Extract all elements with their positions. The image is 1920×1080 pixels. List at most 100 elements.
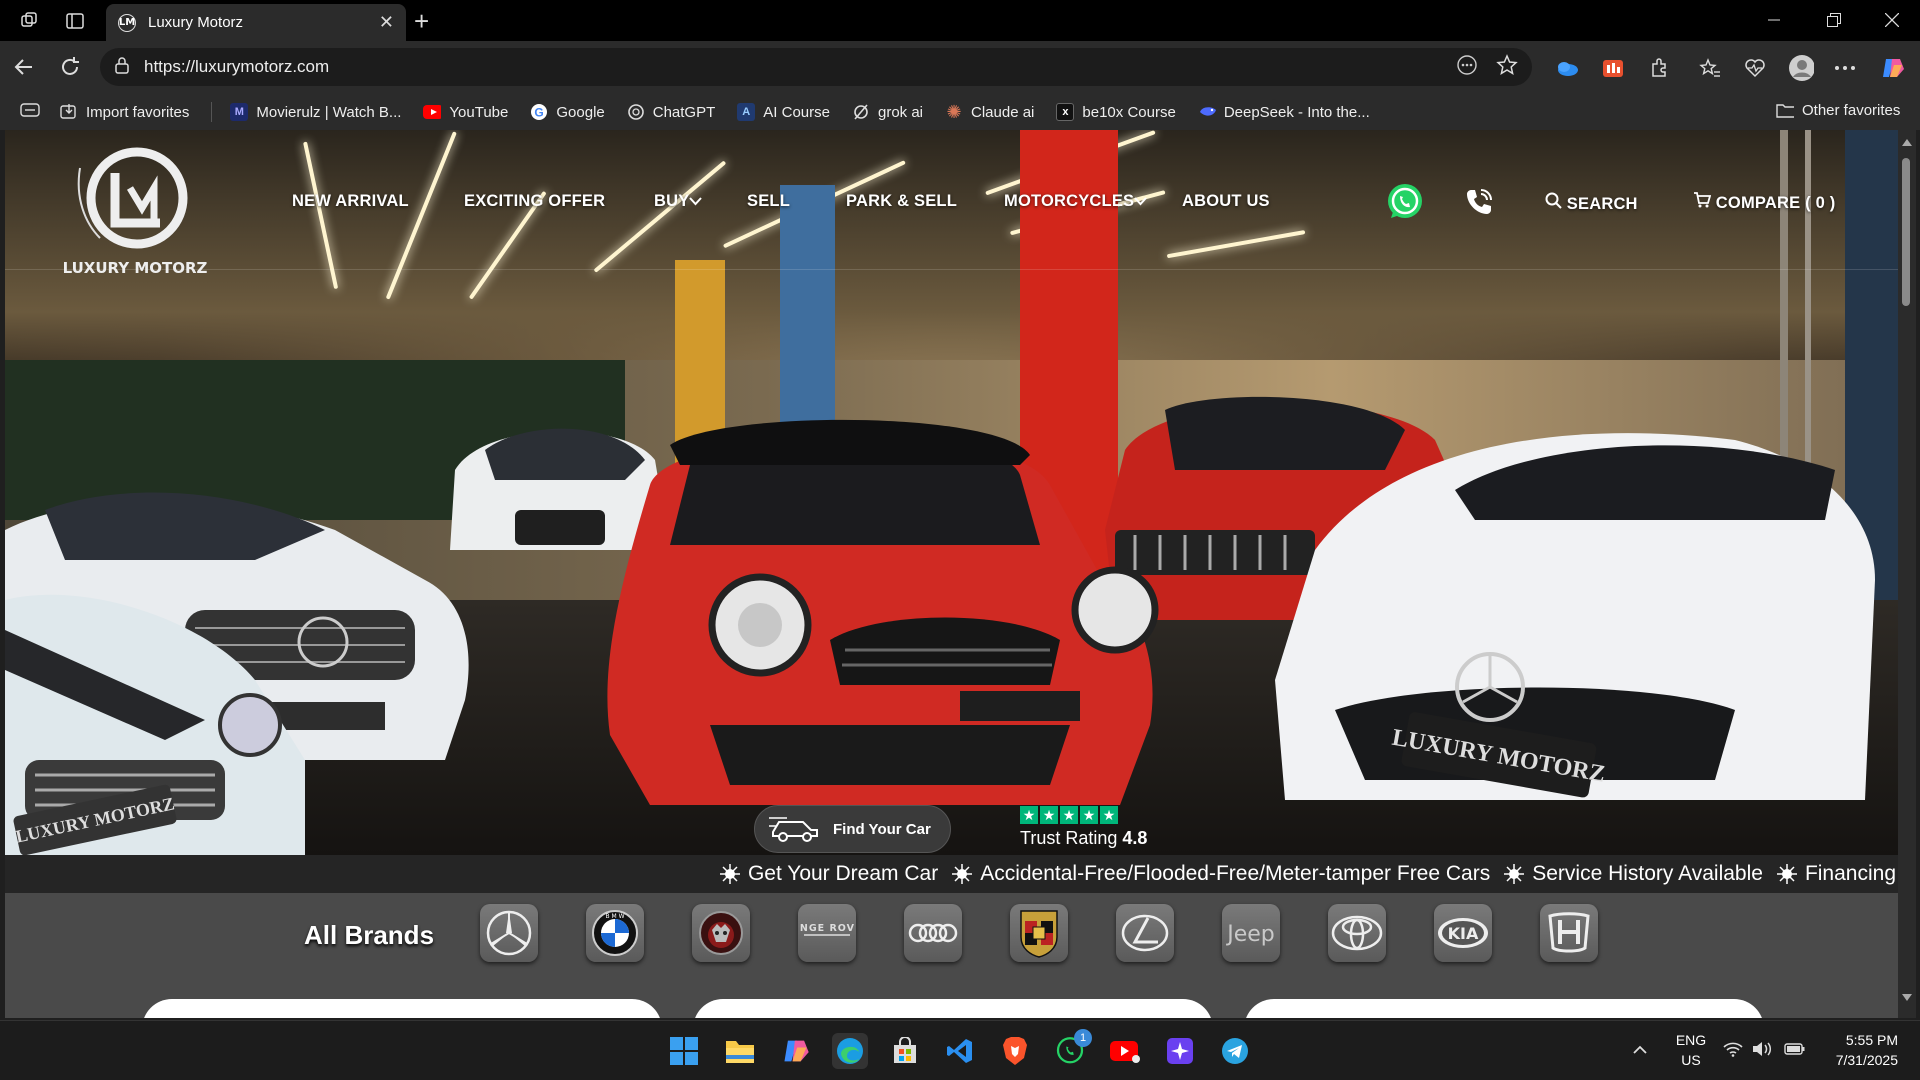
favorite-movierulz[interactable]: M Movierulz | Watch B...: [230, 103, 401, 121]
trust-rating-label: Trust Rating: [1020, 828, 1118, 848]
site-info-icon[interactable]: [114, 56, 130, 79]
vscode-button[interactable]: [942, 1033, 978, 1069]
start-button[interactable]: [666, 1033, 702, 1069]
brand-porsche[interactable]: [1010, 904, 1068, 962]
car-card[interactable]: [142, 999, 662, 1018]
edge-taskbar-button[interactable]: [832, 1033, 868, 1069]
file-explorer-button[interactable]: [722, 1033, 758, 1069]
favorite-claude[interactable]: ✺ Claude ai: [945, 102, 1034, 122]
nav-sell[interactable]: SELL: [747, 192, 790, 211]
minimize-button[interactable]: [1754, 6, 1794, 34]
favorites-icon[interactable]: [1697, 55, 1723, 81]
office-extension-icon[interactable]: [1600, 55, 1626, 81]
brand-jaguar[interactable]: [692, 904, 750, 962]
sparkle-icon: [952, 864, 973, 884]
page-scrollbar[interactable]: [1898, 130, 1916, 1018]
address-bar[interactable]: https://luxurymotorz.com: [100, 48, 1532, 86]
phone-icon[interactable]: [1463, 186, 1495, 223]
chatgpt-icon: [627, 103, 645, 121]
wifi-icon[interactable]: [1723, 1041, 1743, 1062]
language-label: ENG: [1675, 1032, 1707, 1048]
grok-icon: [852, 103, 870, 121]
kia-logo-icon: KIA: [1438, 918, 1488, 948]
nav-park-and-sell[interactable]: PARK & SELL: [846, 192, 957, 211]
scroll-down-icon: [1902, 994, 1912, 1001]
microsoft-store-button[interactable]: [887, 1033, 923, 1069]
whatsapp-icon[interactable]: [1385, 182, 1425, 227]
chevron-down-icon: [689, 192, 703, 210]
trust-rating-value: 4.8: [1122, 828, 1148, 848]
scrollbar-thumb[interactable]: [1902, 158, 1910, 306]
ticker-item: Accidental-Free/Flooded-Free/Meter-tampe…: [952, 862, 1490, 886]
system-clock[interactable]: 5:55 PM 7/31/2025: [1808, 1030, 1898, 1070]
more-site-options-icon[interactable]: [1456, 54, 1478, 81]
edge-icon: [837, 1038, 863, 1064]
nav-buy[interactable]: BUY: [654, 192, 703, 211]
refresh-button[interactable]: [56, 53, 84, 81]
favorite-google[interactable]: G Google: [530, 103, 605, 121]
favorite-youtube[interactable]: YouTube: [423, 103, 508, 121]
browser-essentials-icon[interactable]: [1742, 55, 1768, 81]
brave-button[interactable]: [997, 1033, 1033, 1069]
car-card[interactable]: [1244, 999, 1764, 1018]
ai-app-button[interactable]: [1162, 1033, 1198, 1069]
youtube-app-button[interactable]: [1107, 1033, 1143, 1069]
brand-toyota[interactable]: [1328, 904, 1386, 962]
all-brands-heading: All Brands: [304, 920, 435, 950]
close-tab-icon[interactable]: ✕: [379, 12, 394, 33]
tab-luxury-motorz[interactable]: LM Luxury Motorz ✕: [106, 4, 406, 41]
nav-new-arrival[interactable]: NEW ARRIVAL: [292, 192, 409, 211]
copilot-icon[interactable]: [1880, 55, 1906, 81]
favorite-grok[interactable]: grok ai: [852, 103, 923, 121]
profile-avatar-icon[interactable]: [1788, 55, 1814, 81]
nav-compare[interactable]: COMPARE ( 0 ): [1693, 192, 1835, 213]
store-icon: [894, 1037, 916, 1063]
car-card[interactable]: [693, 999, 1213, 1018]
nav-exciting-offer[interactable]: EXCITING OFFER: [464, 192, 605, 211]
brand-range-rover[interactable]: RANGE ROVER: [798, 904, 856, 962]
favorite-star-icon[interactable]: [1496, 53, 1518, 81]
star-icon: ★: [1020, 806, 1038, 824]
language-indicator[interactable]: ENG US: [1674, 1030, 1708, 1070]
copilot-taskbar-button[interactable]: [778, 1033, 814, 1069]
nav-search[interactable]: SEARCH: [1545, 192, 1638, 214]
nav-about-us[interactable]: ABOUT US: [1182, 192, 1270, 211]
nav-compare-label: COMPARE ( 0 ): [1715, 194, 1836, 212]
brand-jeep[interactable]: Jeep: [1222, 904, 1280, 962]
battery-icon[interactable]: [1784, 1041, 1806, 1062]
favorite-ai-course[interactable]: A AI Course: [737, 103, 830, 121]
restore-button[interactable]: [1814, 6, 1854, 34]
favorite-import[interactable]: Import favorites: [60, 103, 189, 121]
brand-mercedes-benz[interactable]: [480, 904, 538, 962]
favorite-chatgpt[interactable]: ChatGPT: [627, 103, 715, 121]
reading-view-icon[interactable]: [20, 103, 40, 121]
brand-lexus[interactable]: [1116, 904, 1174, 962]
close-window-button[interactable]: [1872, 6, 1912, 34]
workspaces-icon[interactable]: [16, 8, 42, 34]
nav-search-label: SEARCH: [1566, 195, 1638, 213]
folder-icon: [1776, 101, 1794, 119]
brand-honda[interactable]: [1540, 904, 1598, 962]
back-button[interactable]: [10, 53, 38, 81]
brand-audi[interactable]: [904, 904, 962, 962]
brand-kia[interactable]: KIA: [1434, 904, 1492, 962]
find-your-car-button[interactable]: Find Your Car: [754, 805, 951, 853]
jeep-logo-text: Jeep: [1225, 922, 1275, 947]
new-tab-button[interactable]: +: [414, 6, 429, 37]
sparkle-icon: [1504, 864, 1525, 884]
favorite-deepseek[interactable]: DeepSeek - Into the...: [1198, 103, 1370, 121]
url-text[interactable]: https://luxurymotorz.com: [144, 57, 1456, 77]
show-hidden-icons-chevron[interactable]: [1632, 1041, 1648, 1059]
volume-icon[interactable]: [1752, 1041, 1772, 1062]
favorite-other-folder[interactable]: Other favorites: [1776, 101, 1900, 119]
favorite-be10x[interactable]: x be10x Course: [1056, 103, 1176, 121]
onedrive-icon[interactable]: [1554, 55, 1580, 81]
extensions-icon[interactable]: [1646, 55, 1672, 81]
vertical-tabs-icon[interactable]: [62, 8, 88, 34]
settings-more-icon[interactable]: [1832, 55, 1858, 81]
brand-bmw[interactable]: B M W: [586, 904, 644, 962]
google-icon: G: [530, 103, 548, 121]
telegram-button[interactable]: [1217, 1033, 1253, 1069]
whatsapp-taskbar-button[interactable]: 1: [1052, 1029, 1092, 1069]
nav-motorcycles[interactable]: MOTORCYCLES: [1004, 192, 1147, 211]
